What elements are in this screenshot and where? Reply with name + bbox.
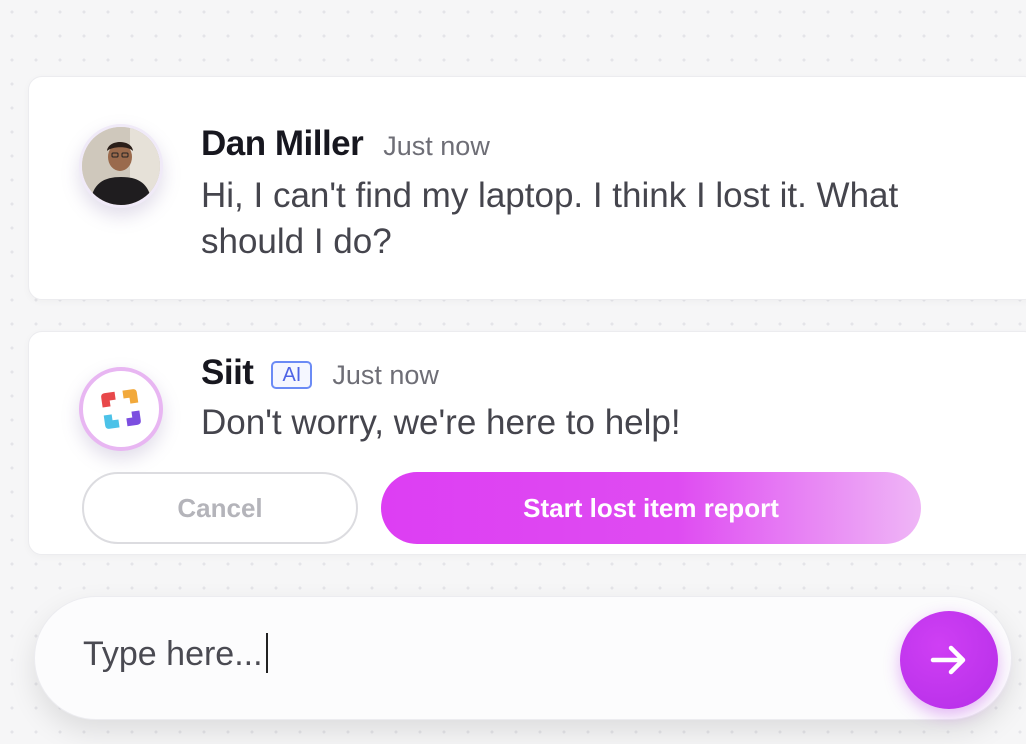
message-composer[interactable]: Type here... xyxy=(34,596,1012,720)
message-time: Just now xyxy=(383,131,490,161)
user-message-card: Dan Miller Just now Hi, I can't find my … xyxy=(28,76,1026,300)
message-input-text: Type here... xyxy=(83,635,263,673)
user-avatar xyxy=(79,124,163,208)
bot-message-header: Siit AI Just now xyxy=(201,353,439,393)
message-input[interactable]: Type here... xyxy=(83,633,268,674)
sender-name: Siit xyxy=(201,353,254,392)
bot-message-card: Siit AI Just now Don't worry, we're here… xyxy=(28,331,1026,555)
siit-avatar xyxy=(79,367,163,451)
message-text: Don't worry, we're here to help! xyxy=(201,403,681,442)
ai-badge: AI xyxy=(271,361,313,389)
siit-logo-icon xyxy=(101,389,141,429)
send-button[interactable] xyxy=(900,611,998,709)
cancel-button[interactable]: Cancel xyxy=(82,472,358,544)
message-text: Hi, I can't find my laptop. I think I lo… xyxy=(201,176,899,261)
arrow-right-icon xyxy=(930,645,966,675)
user-photo-icon xyxy=(82,127,160,205)
sender-name: Dan Miller xyxy=(201,124,364,163)
start-lost-item-report-button[interactable]: Start lost item report xyxy=(381,472,921,544)
text-caret xyxy=(265,633,268,673)
user-message-header: Dan Miller Just now xyxy=(201,124,490,164)
message-time: Just now xyxy=(332,360,439,390)
